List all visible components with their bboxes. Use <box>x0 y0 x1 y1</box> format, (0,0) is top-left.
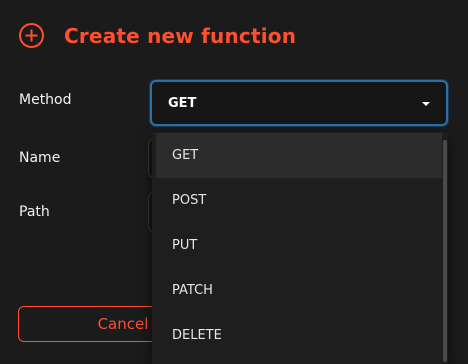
menu-option-patch[interactable]: PATCH <box>156 268 442 313</box>
menu-option-put[interactable]: PUT <box>156 223 442 268</box>
cancel-button[interactable]: Cancel <box>18 306 168 342</box>
method-select[interactable]: GET <box>150 80 448 126</box>
menu-option-delete[interactable]: DELETE <box>156 313 442 358</box>
menu-option-post[interactable]: POST <box>156 178 442 223</box>
plus-circle-icon <box>18 22 45 49</box>
path-label: Path <box>19 204 50 220</box>
menu-scrollbar[interactable] <box>442 138 448 364</box>
method-select-value: GET <box>168 96 197 111</box>
method-dropdown-menu: GET POST PUT PATCH DELETE <box>152 132 448 364</box>
menu-option-get[interactable]: GET <box>156 133 442 178</box>
dialog-header: Create new function <box>18 22 296 49</box>
caret-down-icon <box>422 102 430 106</box>
create-function-dialog: Create new function Method Name Path GET… <box>0 0 468 364</box>
method-label: Method <box>19 92 72 108</box>
dialog-title: Create new function <box>64 23 297 48</box>
name-label: Name <box>19 150 61 166</box>
menu-scrollbar-thumb[interactable] <box>443 140 447 362</box>
